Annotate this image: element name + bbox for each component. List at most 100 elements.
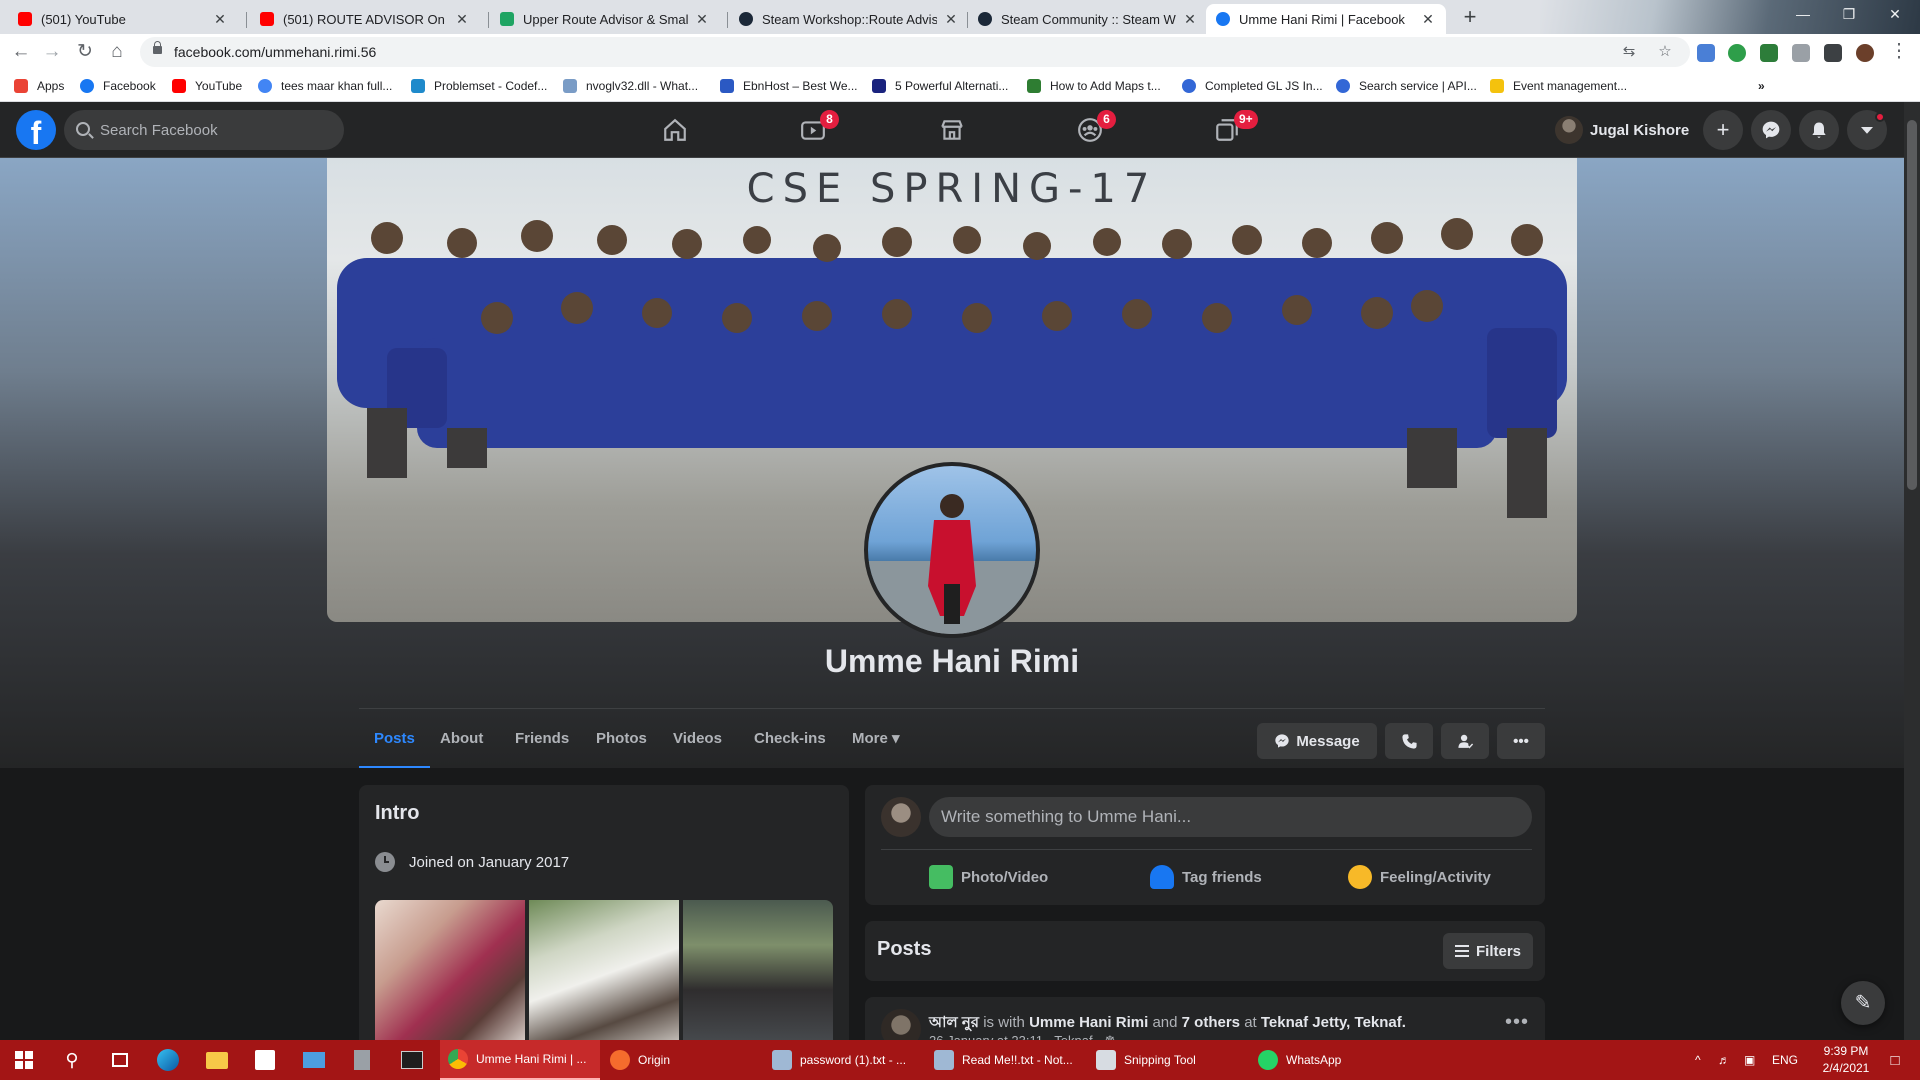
browser-tab[interactable]: Steam Community :: Steam Work ✕ [968, 4, 1208, 34]
composer-input[interactable] [929, 797, 1532, 837]
taskbar-clock[interactable]: 9:39 PM 2/4/2021 [1806, 1043, 1886, 1077]
profile-avatar-icon[interactable] [1856, 44, 1874, 62]
taskbar-app-chrome[interactable]: Umme Hani Rimi | ... [440, 1040, 600, 1080]
post-options-icon[interactable]: ••• [1505, 1011, 1529, 1034]
edge-icon[interactable] [144, 1040, 192, 1080]
message-button[interactable]: Message [1257, 723, 1377, 759]
scrollbar-thumb[interactable] [1907, 120, 1917, 490]
extension-icon[interactable] [1697, 44, 1715, 62]
filters-button[interactable]: Filters [1442, 933, 1533, 969]
tab-close-icon[interactable]: ✕ [943, 11, 959, 28]
tagged-others[interactable]: 7 others [1182, 1014, 1240, 1031]
input-language[interactable]: ENG [1772, 1040, 1798, 1080]
taskbar-app-notepad[interactable]: Read Me!!.txt - Not... [926, 1040, 1086, 1080]
user-profile-chip[interactable]: Jugal Kishore [1555, 112, 1689, 148]
tab-photos[interactable]: Photos [581, 709, 662, 769]
new-tab-button[interactable]: + [1457, 5, 1483, 31]
intro-photo[interactable] [529, 900, 679, 1050]
terminal-icon[interactable] [388, 1040, 436, 1080]
taskbar-app-notepad[interactable]: password (1).txt - ... [764, 1040, 924, 1080]
tab-close-icon[interactable]: ✕ [1420, 11, 1436, 28]
friend-status-button[interactable] [1441, 723, 1489, 759]
home-button-icon[interactable]: ⌂ [104, 39, 130, 65]
facebook-search-box[interactable] [64, 110, 344, 150]
bookmark-item[interactable]: tees maar khan full... [258, 77, 392, 95]
taskbar-app-origin[interactable]: Origin [602, 1040, 762, 1080]
maximize-button[interactable]: ❐ [1826, 0, 1872, 30]
close-window-button[interactable]: ✕ [1872, 0, 1918, 30]
tab-more[interactable]: More ▾ [837, 709, 915, 769]
photo-video-button[interactable]: Photo/Video [929, 857, 1048, 897]
network-icon[interactable]: ▣ [1744, 1040, 1755, 1080]
tab-check-ins[interactable]: Check-ins [739, 709, 841, 769]
new-message-button[interactable]: ✎ [1841, 981, 1885, 1025]
nav-home[interactable] [620, 106, 730, 154]
calculator-icon[interactable] [338, 1040, 386, 1080]
nav-marketplace[interactable] [897, 106, 1007, 154]
back-arrow-icon[interactable]: ← [8, 39, 34, 65]
bookmark-item[interactable]: Problemset - Codef... [411, 77, 547, 95]
browser-tab[interactable]: Steam Workshop::Route Advisor ✕ [729, 4, 969, 34]
tagged-person[interactable]: Umme Hani Rimi [1029, 1014, 1148, 1031]
bookmark-item[interactable]: Facebook [80, 77, 156, 95]
action-center-icon[interactable]: □ [1880, 1040, 1910, 1080]
taskbar-app-snipping-tool[interactable]: Snipping Tool [1088, 1040, 1248, 1080]
nav-watch[interactable]: 8 [758, 106, 868, 154]
bookmark-apps[interactable]: Apps [14, 77, 64, 95]
bookmark-item[interactable]: Search service | API... [1336, 77, 1477, 95]
bookmark-item[interactable]: YouTube [172, 77, 242, 95]
mail-icon[interactable] [290, 1040, 338, 1080]
tab-friends[interactable]: Friends [500, 709, 584, 769]
tab-close-icon[interactable]: ✕ [694, 11, 710, 28]
bookmark-item[interactable]: EbnHost – Best We... [720, 77, 858, 95]
messenger-button[interactable] [1751, 110, 1791, 150]
post-author[interactable]: আল নুর [929, 1014, 979, 1031]
tab-close-icon[interactable]: ✕ [454, 11, 470, 28]
store-icon[interactable] [241, 1040, 289, 1080]
intro-photo[interactable] [375, 900, 525, 1050]
address-bar[interactable]: facebook.com/ummehani.rimi.56 ⇆ ☆ [140, 37, 1690, 67]
extension-icon[interactable] [1792, 44, 1810, 62]
tag-friends-button[interactable]: Tag friends [1150, 857, 1262, 897]
task-view-icon[interactable] [96, 1040, 144, 1080]
nav-groups[interactable]: 6 [1035, 106, 1145, 154]
bookmark-item[interactable]: Completed GL JS In... [1182, 77, 1323, 95]
notifications-button[interactable] [1799, 110, 1839, 150]
bookmark-star-icon[interactable]: ☆ [1656, 43, 1674, 61]
bookmark-item[interactable]: nvoglv32.dll - What... [563, 77, 698, 95]
show-hidden-icons-button[interactable]: ^ [1695, 1040, 1701, 1080]
extension-icon[interactable] [1728, 44, 1746, 62]
minimize-button[interactable]: — [1780, 0, 1826, 30]
extension-icon[interactable] [1760, 44, 1778, 62]
tab-close-icon[interactable]: ✕ [1182, 11, 1198, 28]
tab-videos[interactable]: Videos [658, 709, 737, 769]
extensions-puzzle-icon[interactable] [1824, 44, 1842, 62]
bookmark-item[interactable]: 5 Powerful Alternati... [872, 77, 1008, 95]
browser-tab[interactable]: (501) ROUTE ADVISOR On Top | C ✕ [250, 4, 480, 34]
facebook-logo-icon[interactable]: f [16, 110, 56, 151]
intro-photo[interactable] [683, 900, 833, 1050]
forward-arrow-icon[interactable]: → [39, 39, 65, 65]
bookmark-item[interactable]: Event management... [1490, 77, 1627, 95]
bookmark-item[interactable]: How to Add Maps t... [1027, 77, 1161, 95]
tab-about[interactable]: About [425, 709, 498, 769]
call-button[interactable] [1385, 723, 1433, 759]
tab-posts[interactable]: Posts [359, 709, 430, 769]
translate-icon[interactable]: ⇆ [1620, 43, 1638, 61]
file-explorer-icon[interactable] [193, 1040, 241, 1080]
create-button[interactable]: + [1703, 110, 1743, 150]
browser-tab[interactable]: Upper Route Advisor & Small Lo ✕ [490, 4, 720, 34]
page-scrollbar[interactable] [1904, 102, 1920, 1040]
profile-picture[interactable] [864, 462, 1040, 638]
post-location[interactable]: Teknaf Jetty, Teknaf. [1261, 1014, 1406, 1031]
nav-gaming[interactable]: 9+ [1172, 106, 1282, 154]
account-menu-button[interactable] [1847, 110, 1887, 150]
search-icon[interactable]: ⚲ [48, 1040, 96, 1080]
search-input[interactable] [100, 110, 330, 150]
chrome-menu-icon[interactable]: ⋮ [1886, 39, 1912, 65]
more-bookmarks-button[interactable]: » [1758, 77, 1765, 95]
feeling-activity-button[interactable]: Feeling/Activity [1348, 857, 1491, 897]
browser-tab[interactable]: (501) YouTube ✕ [8, 4, 238, 34]
tab-close-icon[interactable]: ✕ [212, 11, 228, 28]
windows-start-button[interactable] [0, 1040, 48, 1080]
